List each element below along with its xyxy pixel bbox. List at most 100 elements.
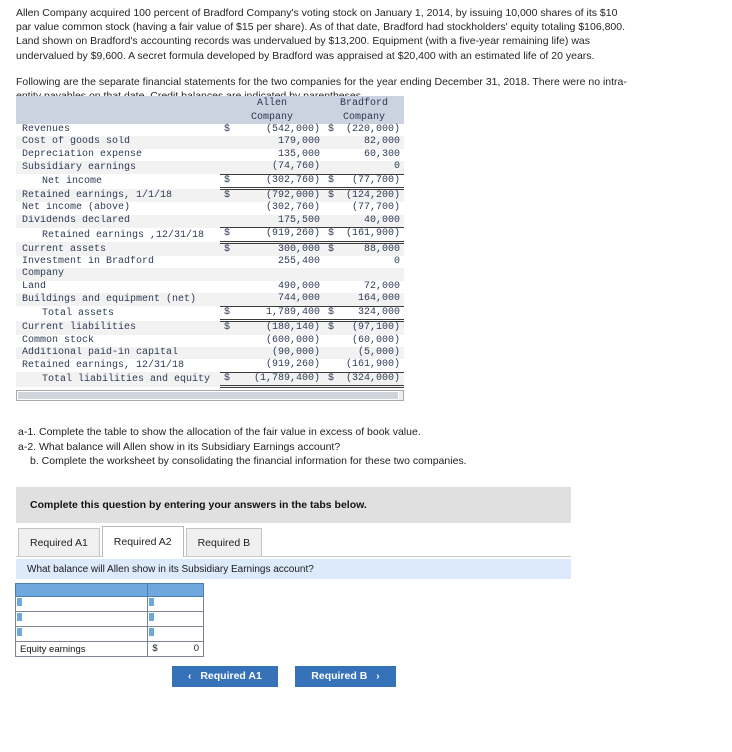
dropdown-handle-icon[interactable] [17, 598, 22, 606]
financial-table-body: Revenues $ (542,000) $ (220,000) Cost of good… [16, 124, 404, 389]
allen-amount: (1,789,400) [239, 372, 324, 389]
financial-row-label: Cost of goods sold [16, 136, 220, 149]
chevron-left-icon: ‹ [188, 671, 192, 682]
financial-row-label: Land [16, 280, 220, 294]
financial-row-label: Investment in Bradford [16, 256, 220, 269]
amount-input[interactable] [147, 626, 204, 642]
allen-currency-symbol [219, 359, 240, 373]
answer-grid-header-col2 [147, 583, 204, 597]
financial-row-label: Net income (above) [16, 202, 220, 215]
bradford-currency-symbol [323, 268, 334, 281]
allen-amount: 300,000 [239, 242, 324, 257]
bradford-amount: 72,000 [333, 280, 404, 294]
financial-row-label: Retained earnings, 1/1/18 [16, 188, 220, 203]
bradford-amount: 82,000 [333, 136, 404, 149]
dropdown-handle-icon[interactable] [149, 598, 155, 606]
financial-row-label: Net income [16, 174, 220, 189]
allen-amount: (74,760) [239, 161, 324, 175]
bradford-currency-symbol: $ [323, 227, 334, 244]
allen-currency-symbol [219, 202, 240, 215]
answer-grid-input-row[interactable] [14, 611, 204, 627]
financial-table-row: Additional paid-in capital (90,000) (5,000… [16, 346, 404, 360]
scrollbar-thumb[interactable] [17, 391, 400, 400]
instruction-banner-text: Complete this question by entering your … [30, 499, 367, 511]
allen-amount: 490,000 [239, 280, 324, 294]
allen-amount: (90,000) [239, 346, 324, 360]
previous-button-label: Required A1 [200, 670, 262, 682]
previous-requirement-button[interactable]: ‹ Required A1 [172, 666, 278, 687]
financial-row-label: Dividends declared [16, 214, 220, 228]
bradford-currency-symbol [323, 161, 334, 175]
chevron-right-icon: › [376, 671, 380, 682]
bradford-amount: 164,000 [333, 293, 404, 307]
bradford-amount: (161,900) [333, 227, 404, 244]
col-header-bradford-line2: Company [323, 110, 404, 124]
amount-input[interactable] [147, 596, 204, 612]
bradford-currency-symbol [323, 359, 334, 373]
answer-grid-input-row[interactable] [14, 626, 204, 642]
financial-table-row: Subsidiary earnings (74,760) 0 [16, 161, 404, 175]
allen-currency-symbol: $ [219, 227, 240, 244]
financial-row-label: Retained earnings, 12/31/18 [16, 359, 220, 373]
tab-required-b[interactable]: Required B [185, 528, 263, 557]
financial-table-row: Total assets $1,789,400 $324,000 [16, 306, 404, 323]
bradford-currency-symbol [323, 202, 334, 215]
bradford-currency-symbol [323, 346, 334, 360]
bradford-amount: (124,200) [333, 188, 404, 203]
bradford-amount: (97,100) [333, 320, 404, 335]
allen-amount: 1,789,400 [239, 306, 324, 323]
bradford-currency-symbol [323, 148, 334, 162]
next-requirement-button[interactable]: Required B › [295, 666, 396, 687]
bradford-currency-symbol [323, 136, 334, 149]
allen-amount: 744,000 [239, 293, 324, 307]
financial-row-label: Total assets [16, 306, 220, 321]
allen-currency-symbol: $ [219, 174, 240, 191]
dropdown-handle-icon[interactable] [17, 613, 22, 621]
answer-grid-input-row[interactable] [14, 596, 204, 612]
allen-currency-symbol: $ [219, 306, 240, 323]
bradford-amount: 40,000 [333, 214, 404, 229]
financial-table-horizontal-scrollbar[interactable] [16, 390, 404, 401]
financial-table-head: Allen Bradford Company Company [16, 96, 404, 124]
allen-amount: 255,400 [239, 256, 324, 269]
bradford-amount: 60,300 [333, 148, 404, 162]
financial-table-row: Land 490,000 72,000 [16, 280, 404, 294]
allen-currency-symbol [219, 161, 240, 175]
bradford-currency-symbol: $ [323, 188, 334, 203]
dropdown-handle-icon[interactable] [17, 628, 22, 636]
allen-amount: (302,760) [239, 174, 324, 191]
account-name-input[interactable] [14, 596, 149, 612]
answer-grid-header-row [14, 583, 204, 597]
allen-currency-symbol [219, 293, 240, 307]
financial-table-row: Common stock (600,000) (60,000) [16, 334, 404, 347]
answer-grid[interactable]: Equity earnings $0 [14, 583, 204, 657]
financial-statements-table: Allen Bradford Company Company Revenues $… [16, 96, 404, 389]
bradford-currency-symbol: $ [323, 320, 334, 335]
account-name-input[interactable] [14, 611, 149, 627]
dropdown-handle-icon[interactable] [149, 628, 155, 636]
requirement-a2: a-2. What balance will Allen show in its… [18, 440, 341, 453]
requirement-tabs[interactable]: Required A1 Required A2 Required B [18, 526, 264, 557]
bradford-amount: (324,000) [333, 372, 404, 389]
allen-currency-symbol: $ [219, 320, 240, 335]
requirements-list: a-1. Complete the table to show the allo… [18, 425, 618, 469]
financial-row-label: Total liabilities and equity [16, 372, 220, 387]
financial-table-row: Retained earnings, 1/1/18 $ (792,000) $ (124… [16, 188, 404, 203]
tab-required-a2[interactable]: Required A2 [101, 526, 184, 557]
financial-row-label: Common stock [16, 334, 220, 347]
allen-currency-symbol [219, 136, 240, 149]
account-name-input[interactable] [14, 626, 149, 642]
tab-required-a1[interactable]: Required A1 [18, 528, 100, 557]
financial-table-row: Retained earnings ,12/31/18 $ (919,260) $ (1… [16, 227, 404, 244]
financial-table-row: Investment in Bradford 255,400 0 [16, 256, 404, 269]
tab-underline [16, 556, 571, 557]
dropdown-handle-icon[interactable] [149, 613, 155, 621]
next-button-label: Required B [311, 670, 368, 682]
amount-input[interactable] [147, 611, 204, 627]
allen-amount: 135,000 [239, 148, 324, 162]
allen-amount: (919,260) [239, 359, 324, 373]
total-row-value-cell: $0 [147, 641, 204, 657]
financial-row-label: Depreciation expense [16, 148, 220, 162]
bradford-amount: (161,900) [333, 359, 404, 373]
bradford-amount: 0 [333, 161, 404, 175]
